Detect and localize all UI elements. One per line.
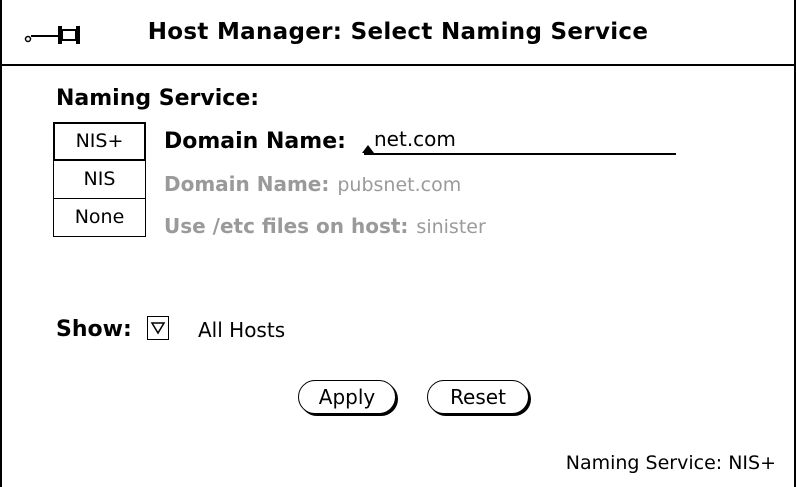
host-manager-window: Host Manager: Select Naming Service Nami… [0,0,796,487]
window-title: Host Manager: Select Naming Service [147,19,649,45]
choice-nisplus[interactable]: NIS+ [53,122,146,161]
triangle-down-icon [150,322,166,335]
insertion-caret-icon [362,145,374,153]
apply-button[interactable]: Apply [298,380,396,414]
status-footer: Naming Service: NIS+ [565,452,776,474]
none-host-row: Use /etc files on host: sinister [164,214,486,238]
nis-domain-label: Domain Name: [164,172,330,196]
nisplus-domain-label: Domain Name: [164,129,346,154]
etc-files-host-value: sinister [416,216,486,238]
naming-service-choice: NIS+ NIS None [53,122,146,237]
show-menu-button[interactable] [147,316,169,340]
naming-service-label: Naming Service: [56,86,260,111]
title-bar[interactable]: Host Manager: Select Naming Service [2,0,794,66]
nis-domain-value: pubsnet.com [337,174,462,196]
etc-files-host-label: Use /etc files on host: [164,214,409,238]
show-value: All Hosts [198,318,286,342]
choice-nis[interactable]: NIS [53,160,146,199]
choice-none[interactable]: None [53,198,146,237]
domain-name-input[interactable] [374,125,664,153]
reset-button[interactable]: Reset [427,380,529,414]
domain-name-field[interactable] [362,125,676,155]
nis-domain-row: Domain Name: pubsnet.com [164,172,461,196]
show-label: Show: [56,317,132,342]
